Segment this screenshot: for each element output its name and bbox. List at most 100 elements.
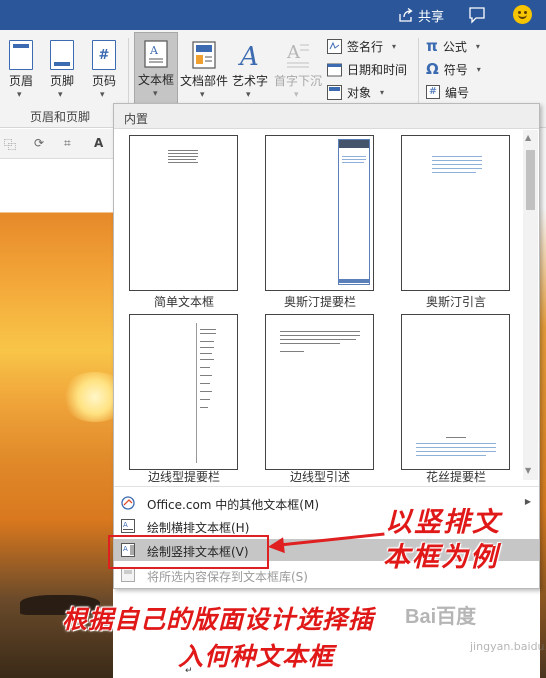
symbol-button[interactable]: Ω 符号 ▾ — [426, 59, 481, 79]
annotation-arrow-head — [267, 537, 285, 555]
header-icon — [9, 40, 33, 70]
object-icon — [327, 84, 342, 100]
scrollbar-thumb[interactable] — [526, 150, 535, 210]
annotation-bottom-line1: 根据自己的版面设计选择插 — [62, 605, 375, 634]
signature-line-label: 签名行 — [347, 39, 384, 54]
date-time-icon — [327, 63, 342, 76]
page-number-label: 页码 — [91, 74, 116, 88]
highlight-box — [108, 535, 269, 569]
gallery-label-sideline-quote: 边线型引述 — [289, 470, 350, 484]
symbol-icon: Ω — [426, 60, 439, 78]
gallery-scrollbar[interactable]: ▲ ▼ — [523, 130, 538, 480]
save-selection-icon — [121, 568, 135, 582]
group-label-header-footer: 页眉和页脚 — [30, 110, 91, 124]
textbox-button[interactable]: A 文本框 ▾ — [134, 32, 178, 104]
chevron-down-icon: ▾ — [153, 89, 158, 99]
svg-text:A: A — [238, 42, 259, 70]
quick-parts-icon — [192, 41, 216, 69]
footer-button[interactable]: 页脚 ▾ — [42, 34, 82, 104]
horizontal-textbox-icon: A — [121, 519, 135, 533]
word-window: 共享 页眉 ▾ 页脚 ▾ # 页码 ▾ 页眉和页脚 A 文本框 ▾ 文档部件 ▾… — [0, 0, 546, 678]
paragraph-mark-icon: ↵ — [185, 666, 193, 676]
signature-line-button[interactable]: 签名行 ▾ — [327, 36, 396, 56]
signature-line-icon — [327, 38, 342, 54]
gallery-item-sideline-sidebar[interactable] — [129, 314, 238, 470]
gallery-label-filigree-sidebar: 花丝提要栏 — [425, 470, 486, 484]
wordart-label: 艺术字 — [231, 74, 268, 88]
svg-text:A: A — [123, 521, 128, 529]
object-label: 对象 — [347, 85, 372, 100]
annotation-bottom-line2: 入何种文本框 — [178, 642, 335, 671]
menu-label: 绘制横排文本框(H) — [147, 521, 250, 535]
svg-text:A: A — [149, 44, 159, 57]
annotation-callout-line1: 以竖排文 — [385, 507, 501, 538]
chevron-down-icon: ▾ — [475, 41, 480, 51]
textbox-label: 文本框 — [137, 73, 174, 87]
text-style-icon[interactable]: A — [94, 136, 103, 150]
title-bar: 共享 — [0, 0, 546, 30]
shapes-icon[interactable]: ⿻ — [4, 136, 16, 153]
wordart-button[interactable]: A 艺术字 ▾ — [230, 34, 270, 104]
number-icon: # — [426, 85, 440, 99]
scroll-up-icon[interactable]: ▲ — [525, 133, 531, 142]
textbox-icon: A — [144, 40, 168, 68]
menu-divider — [114, 486, 539, 487]
annotation-callout-line2: 本框为例 — [383, 542, 499, 573]
gallery-label-austin-sidebar: 奥斯汀提要栏 — [283, 295, 356, 309]
gallery-item-sideline-quote[interactable] — [265, 314, 374, 470]
number-button[interactable]: # 编号 — [426, 82, 469, 102]
chevron-down-icon: ▾ — [380, 87, 385, 97]
chevron-down-icon: ▾ — [200, 90, 205, 100]
share-icon — [399, 8, 413, 22]
quick-parts-label: 文档部件 — [179, 74, 228, 88]
baidu-watermark-url: jingyan.baidu.com — [470, 640, 546, 653]
drop-cap-icon: A — [286, 42, 309, 68]
smiley-icon[interactable] — [513, 5, 532, 24]
share-button[interactable]: 共享 — [398, 5, 444, 25]
menu-label: Office.com 中的其他文本框(M) — [147, 498, 320, 512]
gallery-item-austin-quote[interactable] — [401, 135, 510, 291]
gallery-header: 内置 — [114, 104, 539, 129]
rotate-icon[interactable]: ⟳ — [34, 136, 44, 150]
menu-label: 将所选内容保存到文本框库(S) — [147, 570, 308, 584]
chevron-down-icon: ▾ — [17, 90, 22, 100]
gallery-item-austin-sidebar[interactable] — [265, 135, 374, 291]
office-icon — [121, 496, 135, 510]
document-image-edge — [540, 128, 546, 678]
comment-icon[interactable] — [468, 6, 486, 24]
chevron-right-icon: ▶ — [524, 497, 531, 506]
svg-text:A: A — [286, 42, 301, 63]
equation-button[interactable]: π 公式 ▾ — [426, 36, 480, 56]
chevron-down-icon: ▾ — [392, 41, 397, 51]
quick-parts-button[interactable]: 文档部件 ▾ — [180, 34, 228, 104]
symbol-label: 符号 — [443, 62, 468, 77]
drop-cap-label: 首字下沉 — [273, 74, 322, 88]
object-button[interactable]: 对象 ▾ — [327, 82, 384, 102]
equation-label: 公式 — [442, 39, 467, 54]
share-label: 共享 — [418, 9, 445, 25]
footer-icon — [50, 40, 74, 70]
page-number-button[interactable]: # 页码 ▾ — [84, 34, 124, 104]
chevron-down-icon: ▾ — [294, 90, 299, 100]
page-number-icon: # — [92, 40, 116, 70]
number-label: 编号 — [445, 85, 470, 100]
equation-icon: π — [426, 37, 438, 55]
drop-cap-button[interactable]: A 首字下沉 ▾ — [274, 34, 322, 104]
date-time-label: 日期和时间 — [347, 62, 408, 77]
scroll-down-icon[interactable]: ▼ — [525, 466, 531, 475]
gallery-label-sideline-sidebar: 边线型提要栏 — [147, 470, 220, 484]
gallery-item-simple-textbox[interactable] — [129, 135, 238, 291]
wordart-icon: A — [238, 42, 259, 70]
chevron-down-icon: ▾ — [476, 64, 481, 74]
chevron-down-icon: ▾ — [100, 90, 105, 100]
baidu-watermark: Bai百度 — [405, 606, 477, 628]
gallery-item-filigree-sidebar[interactable] — [401, 314, 510, 470]
crop-icon[interactable]: ⌗ — [64, 136, 71, 151]
gallery-label-austin-quote: 奥斯汀引言 — [425, 295, 486, 309]
date-time-button[interactable]: 日期和时间 — [327, 59, 407, 79]
chevron-down-icon: ▾ — [58, 90, 63, 100]
picture-toolbar: ⿻ ⟳ ⌗ A — [0, 129, 113, 159]
header-button[interactable]: 页眉 ▾ — [1, 34, 41, 104]
gallery-label-simple-textbox: 简单文本框 — [153, 295, 214, 309]
chevron-down-icon: ▾ — [246, 90, 251, 100]
